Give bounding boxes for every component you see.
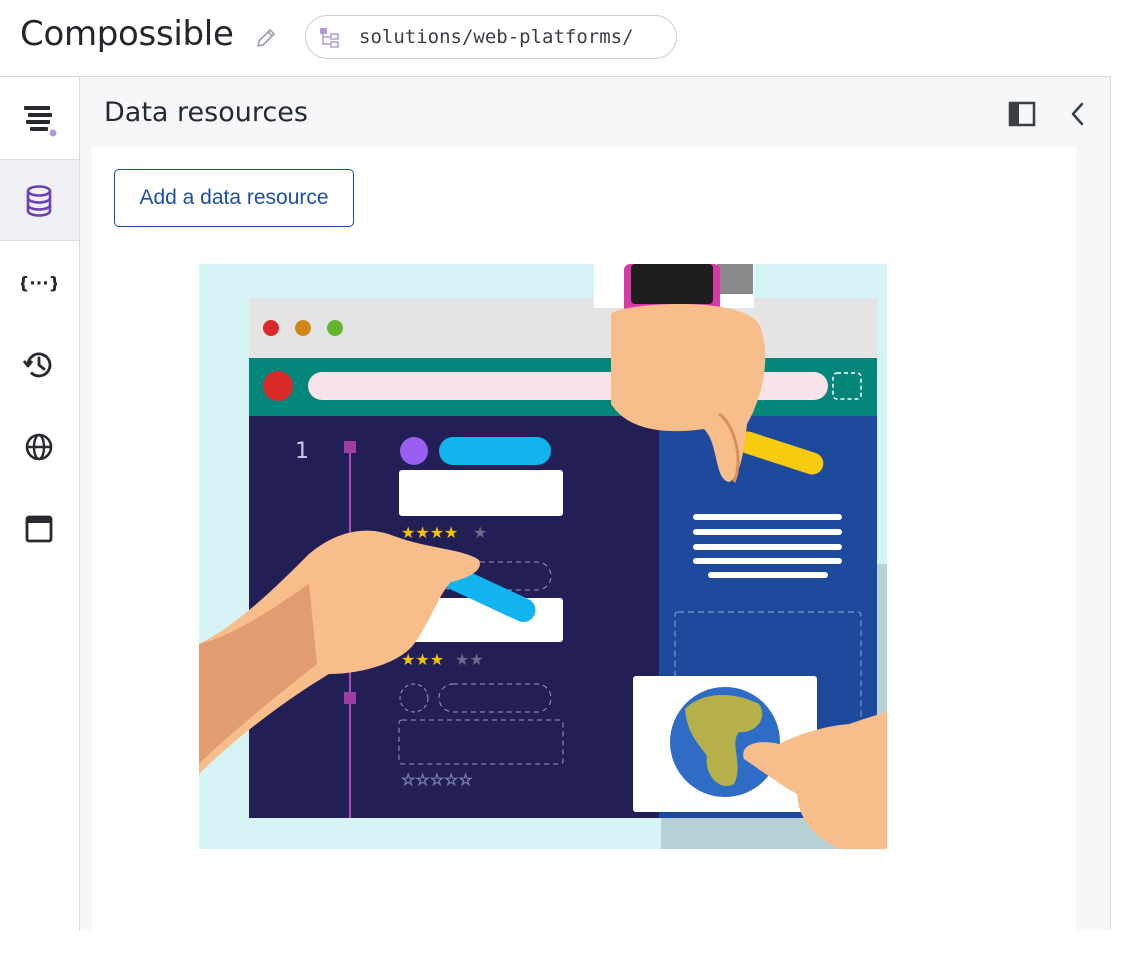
rail-item-globe[interactable] (0, 405, 79, 487)
panel-body: Add a data resource 1 ★★★★ ★ ★★★ ★★ ☆☆☆☆… (92, 147, 1076, 931)
rail-item-window[interactable] (0, 487, 79, 569)
database-icon (26, 185, 52, 217)
svg-text:★★★: ★★★ (401, 650, 444, 669)
svg-text:☆☆☆☆☆: ☆☆☆☆☆ (401, 770, 473, 789)
variables-braces-icon: {···} (21, 274, 57, 294)
rail-item-history[interactable] (0, 323, 79, 405)
rail-item-data-resources[interactable] (0, 159, 79, 241)
panel-layout-toggle-icon[interactable] (1008, 101, 1036, 127)
rail-item-menu[interactable] (0, 77, 79, 159)
folder-tree-icon (320, 28, 339, 48)
empty-state-illustration: 1 ★★★★ ★ ★★★ ★★ ☆☆☆☆☆ (199, 264, 887, 849)
data-resources-panel: Data resources Add a data resource 1 ★★★… (80, 76, 1111, 931)
svg-text:★★: ★★ (455, 650, 484, 669)
svg-text:★★★★: ★★★★ (401, 523, 458, 542)
rail-item-variables[interactable]: {···} (0, 241, 79, 323)
svg-text:{···}: {···} (21, 274, 57, 294)
app-title: Compossible (20, 14, 234, 54)
side-rail: {···} (0, 76, 80, 931)
menu-icon (24, 106, 57, 137)
collapse-chevron-left-icon[interactable] (1068, 100, 1088, 128)
history-icon (22, 352, 52, 378)
illustration-line-number: 1 (295, 439, 309, 464)
add-data-resource-button[interactable]: Add a data resource (114, 169, 354, 227)
globe-icon (25, 433, 53, 461)
svg-text:★: ★ (473, 523, 487, 542)
path-breadcrumb-chip[interactable]: solutions/web-platforms/ (305, 15, 677, 59)
top-bar: Compossible solutions/web-platforms/ (0, 0, 1141, 76)
window-icon (25, 515, 53, 543)
panel-title: Data resources (104, 97, 308, 128)
path-text: solutions/web-platforms/ (359, 26, 634, 48)
edit-pencil-icon[interactable] (254, 26, 278, 50)
